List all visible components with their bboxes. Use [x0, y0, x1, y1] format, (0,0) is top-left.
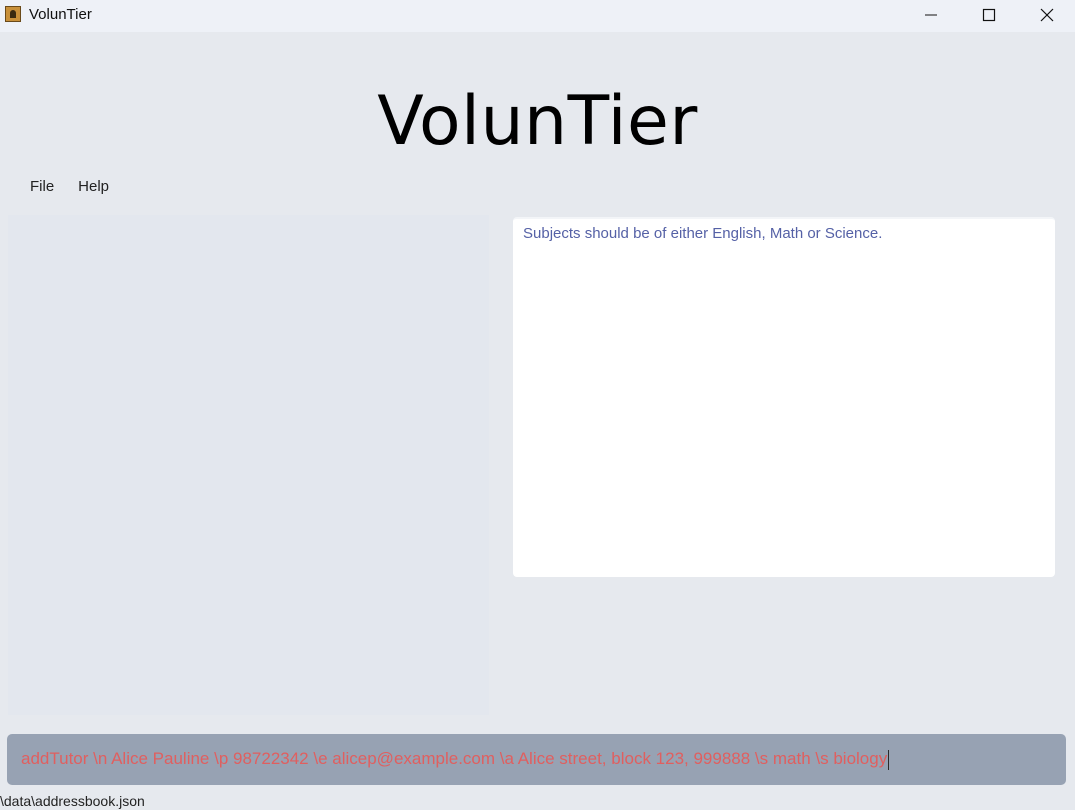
title-bar: VolunTier: [0, 0, 1075, 32]
maximize-icon: [982, 8, 996, 22]
window-title: VolunTier: [29, 6, 92, 23]
status-bar-save-location: \data\addressbook.json: [0, 793, 145, 809]
result-message: Subjects should be of either English, Ma…: [523, 225, 883, 242]
command-input-value: addTutor \n Alice Pauline \p 98722342 \e…: [21, 749, 888, 768]
command-input[interactable]: addTutor \n Alice Pauline \p 98722342 \e…: [21, 749, 890, 770]
menu-file[interactable]: File: [18, 176, 66, 198]
result-display: Subjects should be of either English, Ma…: [513, 217, 1055, 577]
tutor-list-panel[interactable]: [8, 215, 489, 715]
menu-bar: File Help: [18, 176, 121, 198]
app-brand-title: VolunTier: [377, 82, 698, 161]
minimize-icon: [925, 14, 937, 16]
minimize-button[interactable]: [902, 0, 960, 30]
app-icon: [5, 6, 21, 22]
close-button[interactable]: [1018, 0, 1075, 30]
menu-help[interactable]: Help: [66, 176, 121, 198]
text-caret: [888, 749, 890, 770]
maximize-button[interactable]: [960, 0, 1018, 30]
command-box[interactable]: addTutor \n Alice Pauline \p 98722342 \e…: [7, 734, 1066, 785]
close-icon: [1040, 8, 1054, 22]
